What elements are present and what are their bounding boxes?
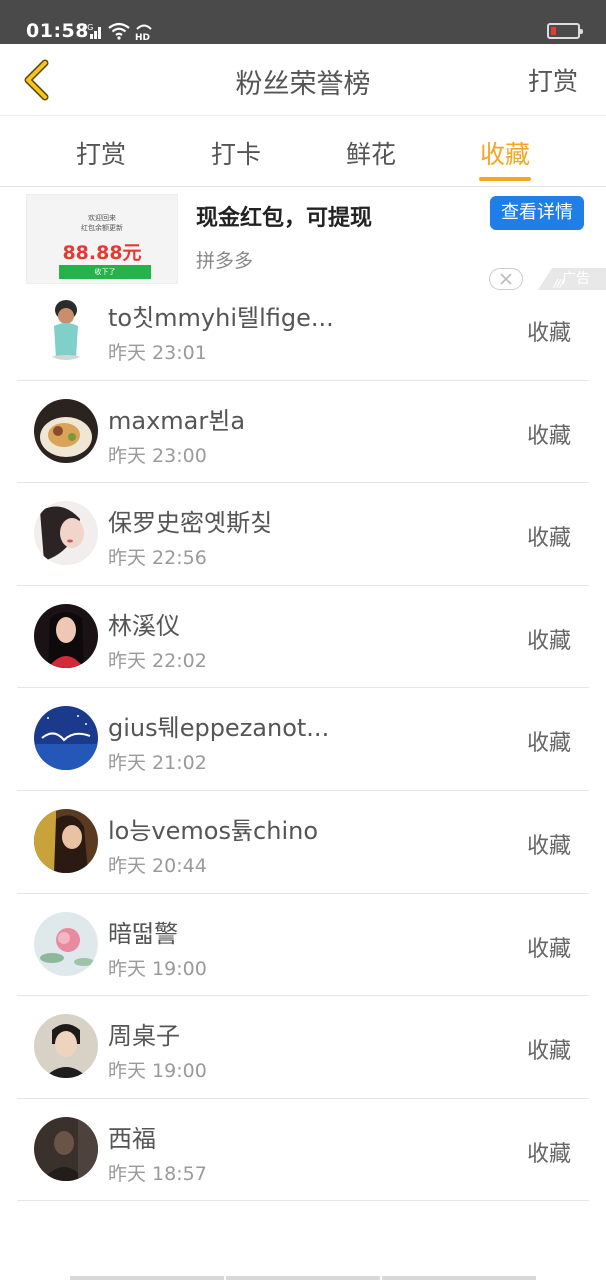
favorite-label: 收藏 <box>526 526 571 552</box>
list-item[interactable]: 林溪仪 昨天 22:02 收藏 <box>17 586 589 689</box>
bottom-divider <box>70 1276 536 1280</box>
fan-time: 昨天 20:44 <box>108 854 207 877</box>
status-time: 01:58 <box>26 20 89 42</box>
fan-time: 昨天 19:00 <box>108 957 207 980</box>
header: 粉丝荣誉榜 打赏 <box>0 44 606 116</box>
avatar[interactable] <box>34 501 98 566</box>
fan-list: to칫mmyhi텔lfige... 昨天 23:01 收藏 maxmar뵌a 昨… <box>0 278 606 1202</box>
signal-icon: 4G <box>82 23 101 39</box>
avatar[interactable] <box>34 706 98 771</box>
favorite-label: 收藏 <box>526 628 571 654</box>
fan-time: 昨天 22:02 <box>108 649 207 672</box>
hd-icon: HD <box>135 24 152 41</box>
hd-label: HD <box>135 33 150 41</box>
avatar[interactable] <box>34 1014 98 1079</box>
list-item[interactable]: lo능vemos튥chino 昨天 20:44 收藏 <box>17 791 589 894</box>
list-item[interactable]: maxmar뵌a 昨天 23:00 收藏 <box>17 381 589 484</box>
favorite-label: 收藏 <box>526 833 571 859</box>
fan-name: lo능vemos튥chino <box>108 816 319 845</box>
favorite-label: 收藏 <box>526 423 571 449</box>
fan-name: gius퉤eppezanot... <box>108 714 330 743</box>
fan-time: 昨天 23:01 <box>108 342 207 364</box>
avatar[interactable] <box>34 398 98 463</box>
ad-details-button[interactable]: 查看详情 <box>490 196 584 230</box>
fan-time: 昨天 23:00 <box>108 444 207 467</box>
ad-image-button: 收下了 <box>59 265 151 279</box>
list-item[interactable]: to칫mmyhi텔lfige... 昨天 23:01 收藏 <box>17 278 589 381</box>
list-item[interactable]: 周桌子 昨天 19:00 收藏 <box>17 996 589 1099</box>
favorite-label: 收藏 <box>526 731 571 757</box>
wifi-icon <box>108 22 130 40</box>
fan-name: 保罗史密옛斯칮 <box>108 509 273 538</box>
list-item[interactable]: 保罗史密옛斯칮 昨天 22:56 收藏 <box>17 483 589 586</box>
ad-image-text-2: 红包余额更新 <box>81 224 123 232</box>
avatar[interactable] <box>34 296 98 360</box>
ad-image-amount: 88.88元 <box>62 242 142 264</box>
tab-favorites[interactable]: 收藏 <box>455 135 555 171</box>
ad-banner[interactable]: 欢迎回来 红包余额更新 88.88元 收下了 现金红包，可提现 拼多多 查看详情… <box>0 188 606 290</box>
active-tab-indicator <box>479 177 531 181</box>
tab-flowers[interactable]: 鲜花 <box>321 135 421 171</box>
fan-name: maxmar뵌a <box>108 406 246 435</box>
favorite-label: 收藏 <box>526 321 571 346</box>
ad-image: 欢迎回来 红包余额更新 88.88元 收下了 <box>26 194 178 284</box>
fan-name: 西福 <box>108 1124 156 1153</box>
favorite-label: 收藏 <box>526 936 571 962</box>
status-icons: 4G HD <box>82 20 154 42</box>
battery-icon <box>547 23 583 39</box>
ad-title: 现金红包，可提现 <box>196 206 373 231</box>
fan-name: to칫mmyhi텔lfige... <box>108 304 334 332</box>
ad-image-text-1: 欢迎回来 <box>88 214 116 222</box>
list-item[interactable]: gius퉤eppezanot... 昨天 21:02 收藏 <box>17 688 589 791</box>
tab-reward[interactable]: 打赏 <box>51 135 151 171</box>
avatar[interactable] <box>34 911 98 976</box>
network-type-label: 4G <box>82 23 93 32</box>
fan-name: 林溪仪 <box>108 611 180 640</box>
avatar[interactable] <box>34 1116 98 1181</box>
favorite-label: 收藏 <box>526 1039 571 1065</box>
fan-time: 昨天 22:56 <box>108 547 207 570</box>
reward-button[interactable]: 打赏 <box>528 62 578 98</box>
fan-name: 暗떫警 <box>108 919 179 948</box>
fan-time: 昨天 21:02 <box>108 752 207 775</box>
list-item[interactable]: 西福 昨天 18:57 收藏 <box>17 1099 589 1202</box>
tab-checkin[interactable]: 打卡 <box>186 135 286 171</box>
status-bar: 01:58 4G HD <box>0 0 606 44</box>
ad-source: 拼多多 <box>196 250 254 272</box>
page-title: 粉丝荣誉榜 <box>235 69 371 100</box>
fan-name: 周桌子 <box>108 1022 180 1051</box>
tab-bar: 打赏 打卡 鲜花 收藏 <box>0 117 606 187</box>
list-item[interactable]: 暗떫警 昨天 19:00 收藏 <box>17 894 589 997</box>
fan-time: 昨天 19:00 <box>108 1060 207 1083</box>
fan-time: 昨天 18:57 <box>108 1162 207 1185</box>
avatar[interactable] <box>34 603 98 668</box>
avatar[interactable] <box>34 808 98 873</box>
favorite-label: 收藏 <box>526 1141 571 1167</box>
